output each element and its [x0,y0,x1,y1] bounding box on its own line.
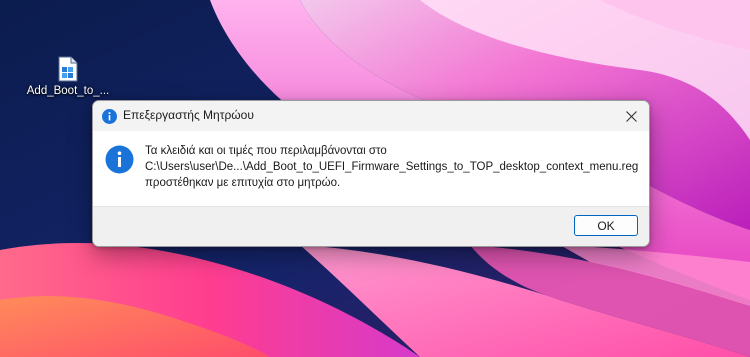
dialog-content: Τα κλειδιά και οι τιμές που περιλαμβάνον… [93,131,649,206]
registry-file-icon [57,56,79,82]
ok-button[interactable]: OK [574,215,638,236]
desktop-icon-reg-file[interactable]: Add_Boot_to_... [20,56,116,97]
dialog-footer: OK [93,206,649,246]
info-icon [102,109,117,124]
desktop-icon-label: Add_Boot_to_... [26,85,110,97]
dialog-titlebar[interactable]: Επεξεργαστής Μητρώου [93,101,649,131]
message-line-1: Τα κλειδιά και οι τιμές που περιλαμβάνον… [145,145,387,157]
dialog-message: Τα κλειδιά και οι τιμές που περιλαμβάνον… [145,143,638,191]
info-large-icon [105,145,134,174]
dialog-title: Επεξεργαστής Μητρώου [123,108,254,122]
close-button[interactable] [613,101,649,131]
close-icon [625,107,637,126]
registry-editor-dialog: Επεξεργαστής Μητρώου Τα κλειδιά και οι τ… [92,100,650,247]
message-line-3: προστέθηκαν με επιτυχία στο μητρώο. [145,177,341,189]
message-line-2-file-path: C:\Users\user\De...\Add_Boot_to_UEFI_Fir… [145,161,639,173]
